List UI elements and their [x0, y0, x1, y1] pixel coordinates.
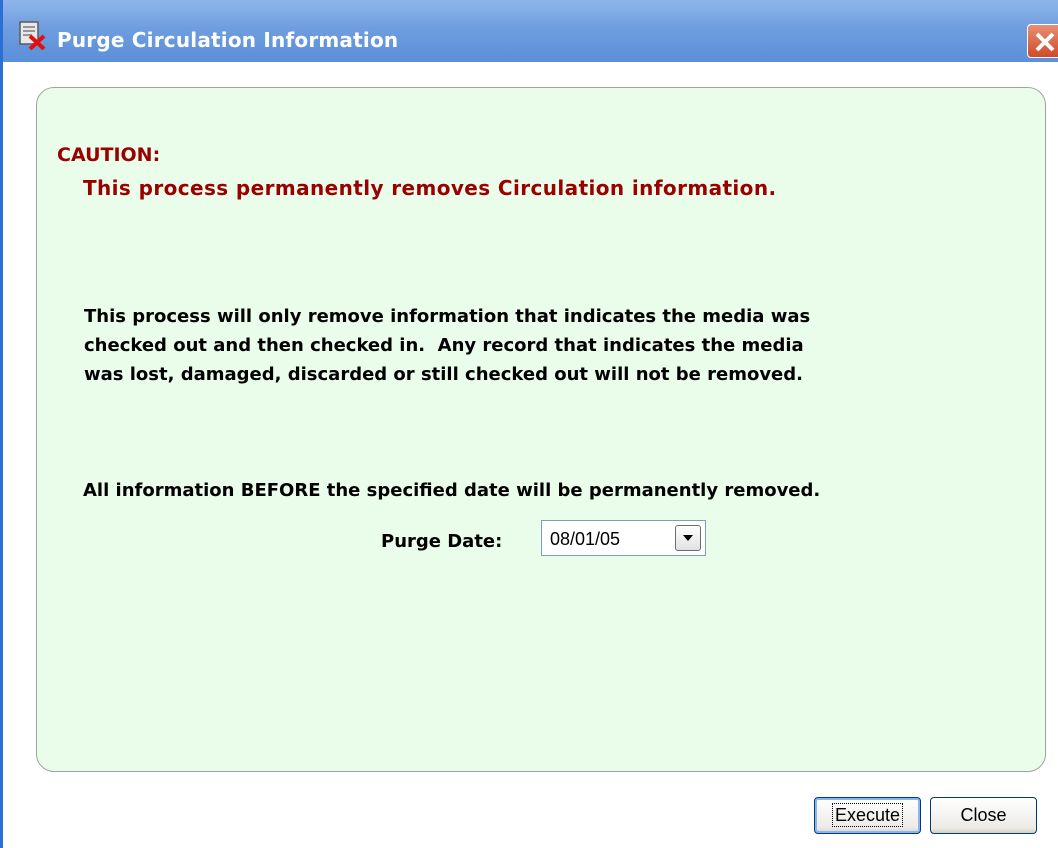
- close-button-label: Close: [960, 805, 1007, 825]
- info-text: This process will only remove informatio…: [84, 302, 810, 389]
- window-close-button[interactable]: [1027, 24, 1058, 58]
- purge-date-label: Purge Date:: [381, 531, 503, 552]
- purge-date-picker[interactable]: 08/01/05: [541, 520, 706, 556]
- caution-heading: CAUTION:: [57, 144, 161, 166]
- purge-document-icon: [17, 20, 47, 51]
- execute-button[interactable]: Execute: [814, 797, 921, 834]
- purge-dialog-window: Purge Circulation Information CAUTION: T…: [0, 0, 1058, 848]
- info-line: This process will only remove informatio…: [84, 306, 811, 327]
- info-line: checked out and then checked in. Any rec…: [84, 335, 804, 356]
- close-button[interactable]: Close: [930, 797, 1037, 834]
- window-title: Purge Circulation Information: [57, 28, 399, 52]
- content-panel: CAUTION: This process permanently remove…: [36, 87, 1046, 772]
- title-bar[interactable]: Purge Circulation Information: [3, 0, 1058, 62]
- before-date-note: All information BEFORE the specified dat…: [83, 480, 821, 501]
- info-line: was lost, damaged, discarded or still ch…: [84, 364, 803, 385]
- execute-button-label: Execute: [831, 803, 904, 827]
- date-dropdown-button[interactable]: [675, 525, 701, 551]
- caution-message: This process permanently removes Circula…: [83, 176, 777, 200]
- purge-date-value[interactable]: 08/01/05: [550, 529, 620, 550]
